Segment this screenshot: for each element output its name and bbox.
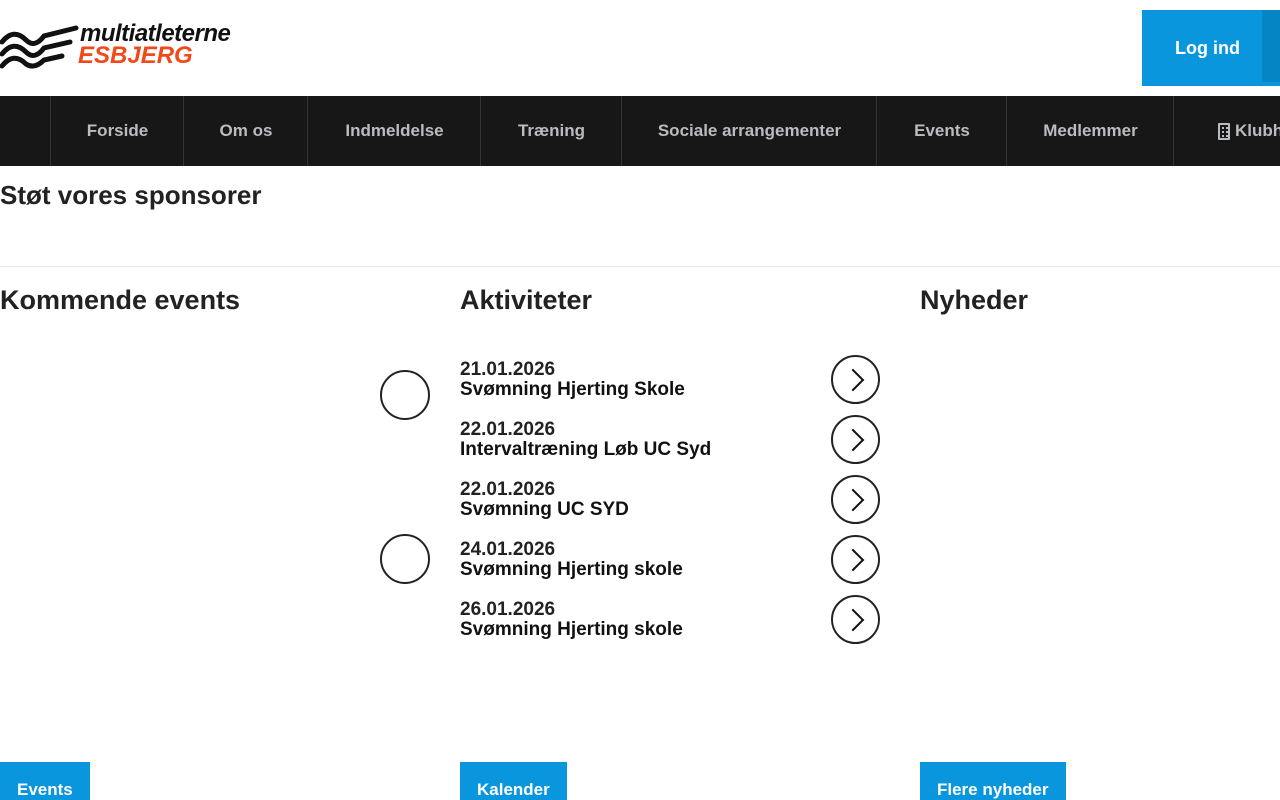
activity-name[interactable]: Svømning Hjerting skole — [460, 620, 683, 640]
building-icon — [1218, 122, 1230, 140]
nav-item-events[interactable]: Events — [876, 96, 1007, 166]
events-button[interactable]: Events — [0, 762, 90, 800]
activity-name[interactable]: Svømning Hjerting skole — [460, 560, 683, 580]
login-side-panel[interactable] — [1262, 10, 1280, 82]
news-title: Nyheder — [920, 285, 1029, 315]
nav-item-label: Events — [914, 121, 970, 140]
logo-waves-icon — [0, 25, 79, 69]
activity-name[interactable]: Intervaltræning Løb UC Syd — [460, 440, 711, 460]
nav-item-forside[interactable]: Forside — [50, 96, 184, 166]
nav-item-label: Forside — [86, 121, 149, 140]
login-button[interactable]: Log ind — [1142, 10, 1280, 86]
activity-name[interactable]: Svømning UC SYD — [460, 500, 629, 520]
nav-item-label: Om os — [219, 121, 273, 140]
activity-name[interactable]: Svømning Hjerting Skole — [460, 380, 685, 400]
chevron-right-icon[interactable] — [831, 535, 880, 584]
activity-date: 21.01.2026 — [460, 359, 556, 380]
nav-item-label: Indmeldelse — [345, 121, 444, 140]
activity-date: 22.01.2026 — [460, 479, 556, 500]
site-header: multiatleterne ESBJERG Log ind — [0, 0, 1280, 96]
logo-text-bottom: ESBJERG — [78, 42, 193, 69]
calendar-button[interactable]: Kalender — [460, 762, 567, 800]
nav-item-traening[interactable]: Træning — [480, 96, 622, 166]
activities-title: Aktiviteter — [460, 285, 593, 315]
activity-date: 22.01.2026 — [460, 419, 556, 440]
main-nav: Forside Om os Indmeldelse Træning Social… — [0, 96, 1280, 166]
list-item: 24.01.2026 Svømning Hjerting skole — [460, 535, 880, 600]
list-item: 21.01.2026 Svømning Hjerting Skole — [460, 355, 880, 420]
carousel-prev-button[interactable] — [380, 370, 430, 420]
carousel-next-button[interactable] — [380, 534, 430, 584]
nav-item-medlemmer[interactable]: Medlemmer — [1006, 96, 1174, 166]
nav-item-label: Sociale arrangementer — [657, 121, 842, 140]
nav-item-label: Klubhus — [1235, 121, 1280, 140]
activity-date: 26.01.2026 — [460, 599, 556, 620]
sponsors-title: Støt vores sponsorer — [0, 180, 262, 210]
list-item: 22.01.2026 Svømning UC SYD — [460, 475, 880, 540]
chevron-right-icon[interactable] — [831, 415, 880, 464]
nav-item-sociale-arrangementer[interactable]: Sociale arrangementer — [621, 96, 877, 166]
list-item: 22.01.2026 Intervaltræning Løb UC Syd — [460, 415, 880, 480]
site-logo[interactable]: multiatleterne ESBJERG — [0, 22, 260, 72]
list-item: 26.01.2026 Svømning Hjerting skole — [460, 595, 880, 660]
activity-date: 24.01.2026 — [460, 539, 556, 560]
nav-item-indmeldelse[interactable]: Indmeldelse — [307, 96, 481, 166]
chevron-right-icon[interactable] — [831, 355, 880, 404]
nav-item-klubhus[interactable]: Klubhus — [1173, 96, 1280, 166]
events-title: Kommende events — [0, 285, 241, 315]
nav-item-label: Medlemmer — [1043, 121, 1138, 140]
chevron-right-icon[interactable] — [831, 475, 880, 524]
section-divider — [0, 266, 1280, 267]
nav-item-label: Træning — [517, 121, 586, 140]
more-news-button[interactable]: Flere nyheder — [920, 762, 1066, 800]
chevron-right-icon[interactable] — [831, 595, 880, 644]
nav-item-om-os[interactable]: Om os — [183, 96, 308, 166]
